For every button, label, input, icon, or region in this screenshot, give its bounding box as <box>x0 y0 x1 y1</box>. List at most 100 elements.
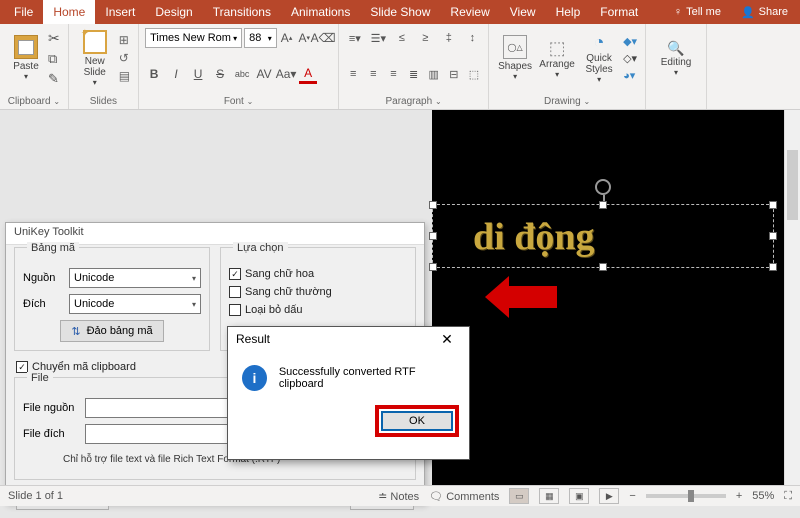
resize-handle[interactable] <box>429 201 437 209</box>
ok-button[interactable]: OK <box>381 411 453 431</box>
group-font: Times New Rom▾ 88▾ A▴ A▾ A⌫ B I U S abc … <box>139 24 339 109</box>
font-name-combo[interactable]: Times New Rom▾ <box>145 28 242 48</box>
decrease-indent-button[interactable]: ≤ <box>392 28 412 48</box>
line-spacing-button[interactable]: ‡ <box>439 28 459 48</box>
paste-button[interactable]: Paste▾ <box>6 28 46 88</box>
shapes-icon <box>503 35 527 59</box>
selected-textbox[interactable]: di động <box>432 204 774 268</box>
tab-file[interactable]: File <box>4 0 43 24</box>
tab-transitions[interactable]: Transitions <box>203 0 281 24</box>
shape-effects-icon[interactable]: ◕▾ <box>623 69 637 82</box>
resize-handle[interactable] <box>599 201 607 209</box>
rotate-handle-icon[interactable] <box>595 179 611 195</box>
comments-button[interactable]: 🗨 Comments <box>429 490 499 503</box>
swap-encoding-button[interactable]: ⇅Đảo bảng mã <box>60 320 163 342</box>
uppercase-checkbox[interactable]: ✓Sang chữ hoa <box>229 268 407 280</box>
strikethrough-button[interactable]: S <box>211 64 229 84</box>
text-direction-button[interactable]: ↕ <box>463 28 483 48</box>
group-label-font: Font ⌄ <box>145 94 332 107</box>
shape-fill-icon[interactable]: ◆▾ <box>623 35 637 48</box>
smartart-button[interactable]: ⬚ <box>466 64 482 84</box>
group-slides: New Slide▾ Slides <box>69 24 139 109</box>
vertical-scrollbar[interactable] <box>784 110 800 485</box>
zoom-in-button[interactable]: + <box>736 490 742 502</box>
tab-view[interactable]: View <box>500 0 546 24</box>
source-encoding-combo[interactable]: Unicode▾ <box>69 268 201 288</box>
tab-help[interactable]: Help <box>546 0 591 24</box>
slideshow-view-button[interactable]: ▶ <box>599 488 619 504</box>
resize-handle[interactable] <box>769 201 777 209</box>
format-painter-icon[interactable] <box>48 71 60 87</box>
editing-button[interactable]: Editing▾ <box>656 28 696 88</box>
quick-styles-button[interactable]: Quick Styles▾ <box>579 28 619 88</box>
swap-icon: ⇅ <box>71 325 80 338</box>
sorter-view-button[interactable]: ▦ <box>539 488 559 504</box>
grow-font-button[interactable]: A▴ <box>279 28 295 48</box>
fit-to-window-button[interactable]: ⛶ <box>784 490 792 503</box>
change-case-button[interactable]: Aa▾ <box>277 64 295 84</box>
increase-indent-button[interactable]: ≥ <box>416 28 436 48</box>
underline-button[interactable]: U <box>189 64 207 84</box>
columns-button[interactable]: ▥ <box>426 64 442 84</box>
shapes-button[interactable]: Shapes▾ <box>495 28 535 88</box>
tab-home[interactable]: Home <box>43 0 95 24</box>
justify-button[interactable]: ≣ <box>406 64 422 84</box>
layout-icon[interactable] <box>119 33 130 47</box>
ok-highlight: OK <box>375 405 459 437</box>
numbering-button[interactable]: ☰▾ <box>369 28 389 48</box>
align-text-button[interactable]: ⊟ <box>446 64 462 84</box>
reset-icon[interactable] <box>119 51 130 65</box>
text-shadow-button[interactable]: abc <box>233 64 251 84</box>
resize-handle[interactable] <box>599 263 607 271</box>
scrollbar-thumb[interactable] <box>787 150 798 220</box>
tab-review[interactable]: Review <box>440 0 499 24</box>
slide-text: di động <box>433 205 773 259</box>
language-status[interactable] <box>77 490 80 502</box>
copy-icon[interactable] <box>48 51 60 67</box>
remove-accent-checkbox[interactable]: Loại bỏ dấu <box>229 304 407 316</box>
bullets-button[interactable]: ≡▾ <box>345 28 365 48</box>
section-icon[interactable] <box>119 69 130 83</box>
font-size-combo[interactable]: 88▾ <box>244 28 277 48</box>
group-drawing: Shapes▾ Arrange▾ Quick Styles▾ ◆▾ ◇▾ ◕▾ … <box>489 24 646 109</box>
tab-animations[interactable]: Animations <box>281 0 360 24</box>
notes-button[interactable]: ≐ Notes <box>378 490 419 503</box>
resize-handle[interactable] <box>429 263 437 271</box>
bold-button[interactable]: B <box>145 64 163 84</box>
clipboard-icon <box>14 35 38 59</box>
arrange-icon <box>549 38 566 59</box>
align-right-button[interactable]: ≡ <box>385 64 401 84</box>
group-label-slides: Slides <box>75 94 132 107</box>
align-center-button[interactable]: ≡ <box>365 64 381 84</box>
zoom-out-button[interactable]: − <box>629 490 635 502</box>
resize-handle[interactable] <box>769 263 777 271</box>
zoom-handle[interactable] <box>688 490 694 502</box>
share-button[interactable]: 👤Share <box>733 6 796 19</box>
close-icon[interactable]: ✕ <box>431 329 463 349</box>
tab-design[interactable]: Design <box>145 0 202 24</box>
new-slide-button[interactable]: New Slide▾ <box>75 28 115 88</box>
resize-handle[interactable] <box>769 232 777 240</box>
shape-outline-icon[interactable]: ◇▾ <box>623 52 637 65</box>
slide-indicator: Slide 1 of 1 <box>8 490 63 502</box>
resize-handle[interactable] <box>429 232 437 240</box>
ribbon-tabs: File Home Insert Design Transitions Anim… <box>0 0 800 24</box>
zoom-level[interactable]: 55% <box>752 490 774 502</box>
dest-encoding-combo[interactable]: Unicode▾ <box>69 294 201 314</box>
tab-format[interactable]: Format <box>590 0 648 24</box>
tell-me[interactable]: ♀Tell me <box>666 6 729 18</box>
font-color-button[interactable]: A <box>299 64 317 84</box>
italic-button[interactable]: I <box>167 64 185 84</box>
tab-insert[interactable]: Insert <box>95 0 145 24</box>
cut-icon[interactable] <box>48 30 60 47</box>
tab-slideshow[interactable]: Slide Show <box>360 0 440 24</box>
lowercase-checkbox[interactable]: Sang chữ thường <box>229 286 407 298</box>
ribbon: Paste▾ Clipboard ⌄ New Slide▾ Slides <box>0 24 800 110</box>
reading-view-button[interactable]: ▣ <box>569 488 589 504</box>
char-spacing-button[interactable]: AV <box>255 64 273 84</box>
arrange-button[interactable]: Arrange▾ <box>537 28 577 88</box>
zoom-slider[interactable] <box>646 494 726 498</box>
normal-view-button[interactable]: ▭ <box>509 488 529 504</box>
align-left-button[interactable]: ≡ <box>345 64 361 84</box>
clear-formatting-button[interactable]: A⌫ <box>314 28 332 48</box>
